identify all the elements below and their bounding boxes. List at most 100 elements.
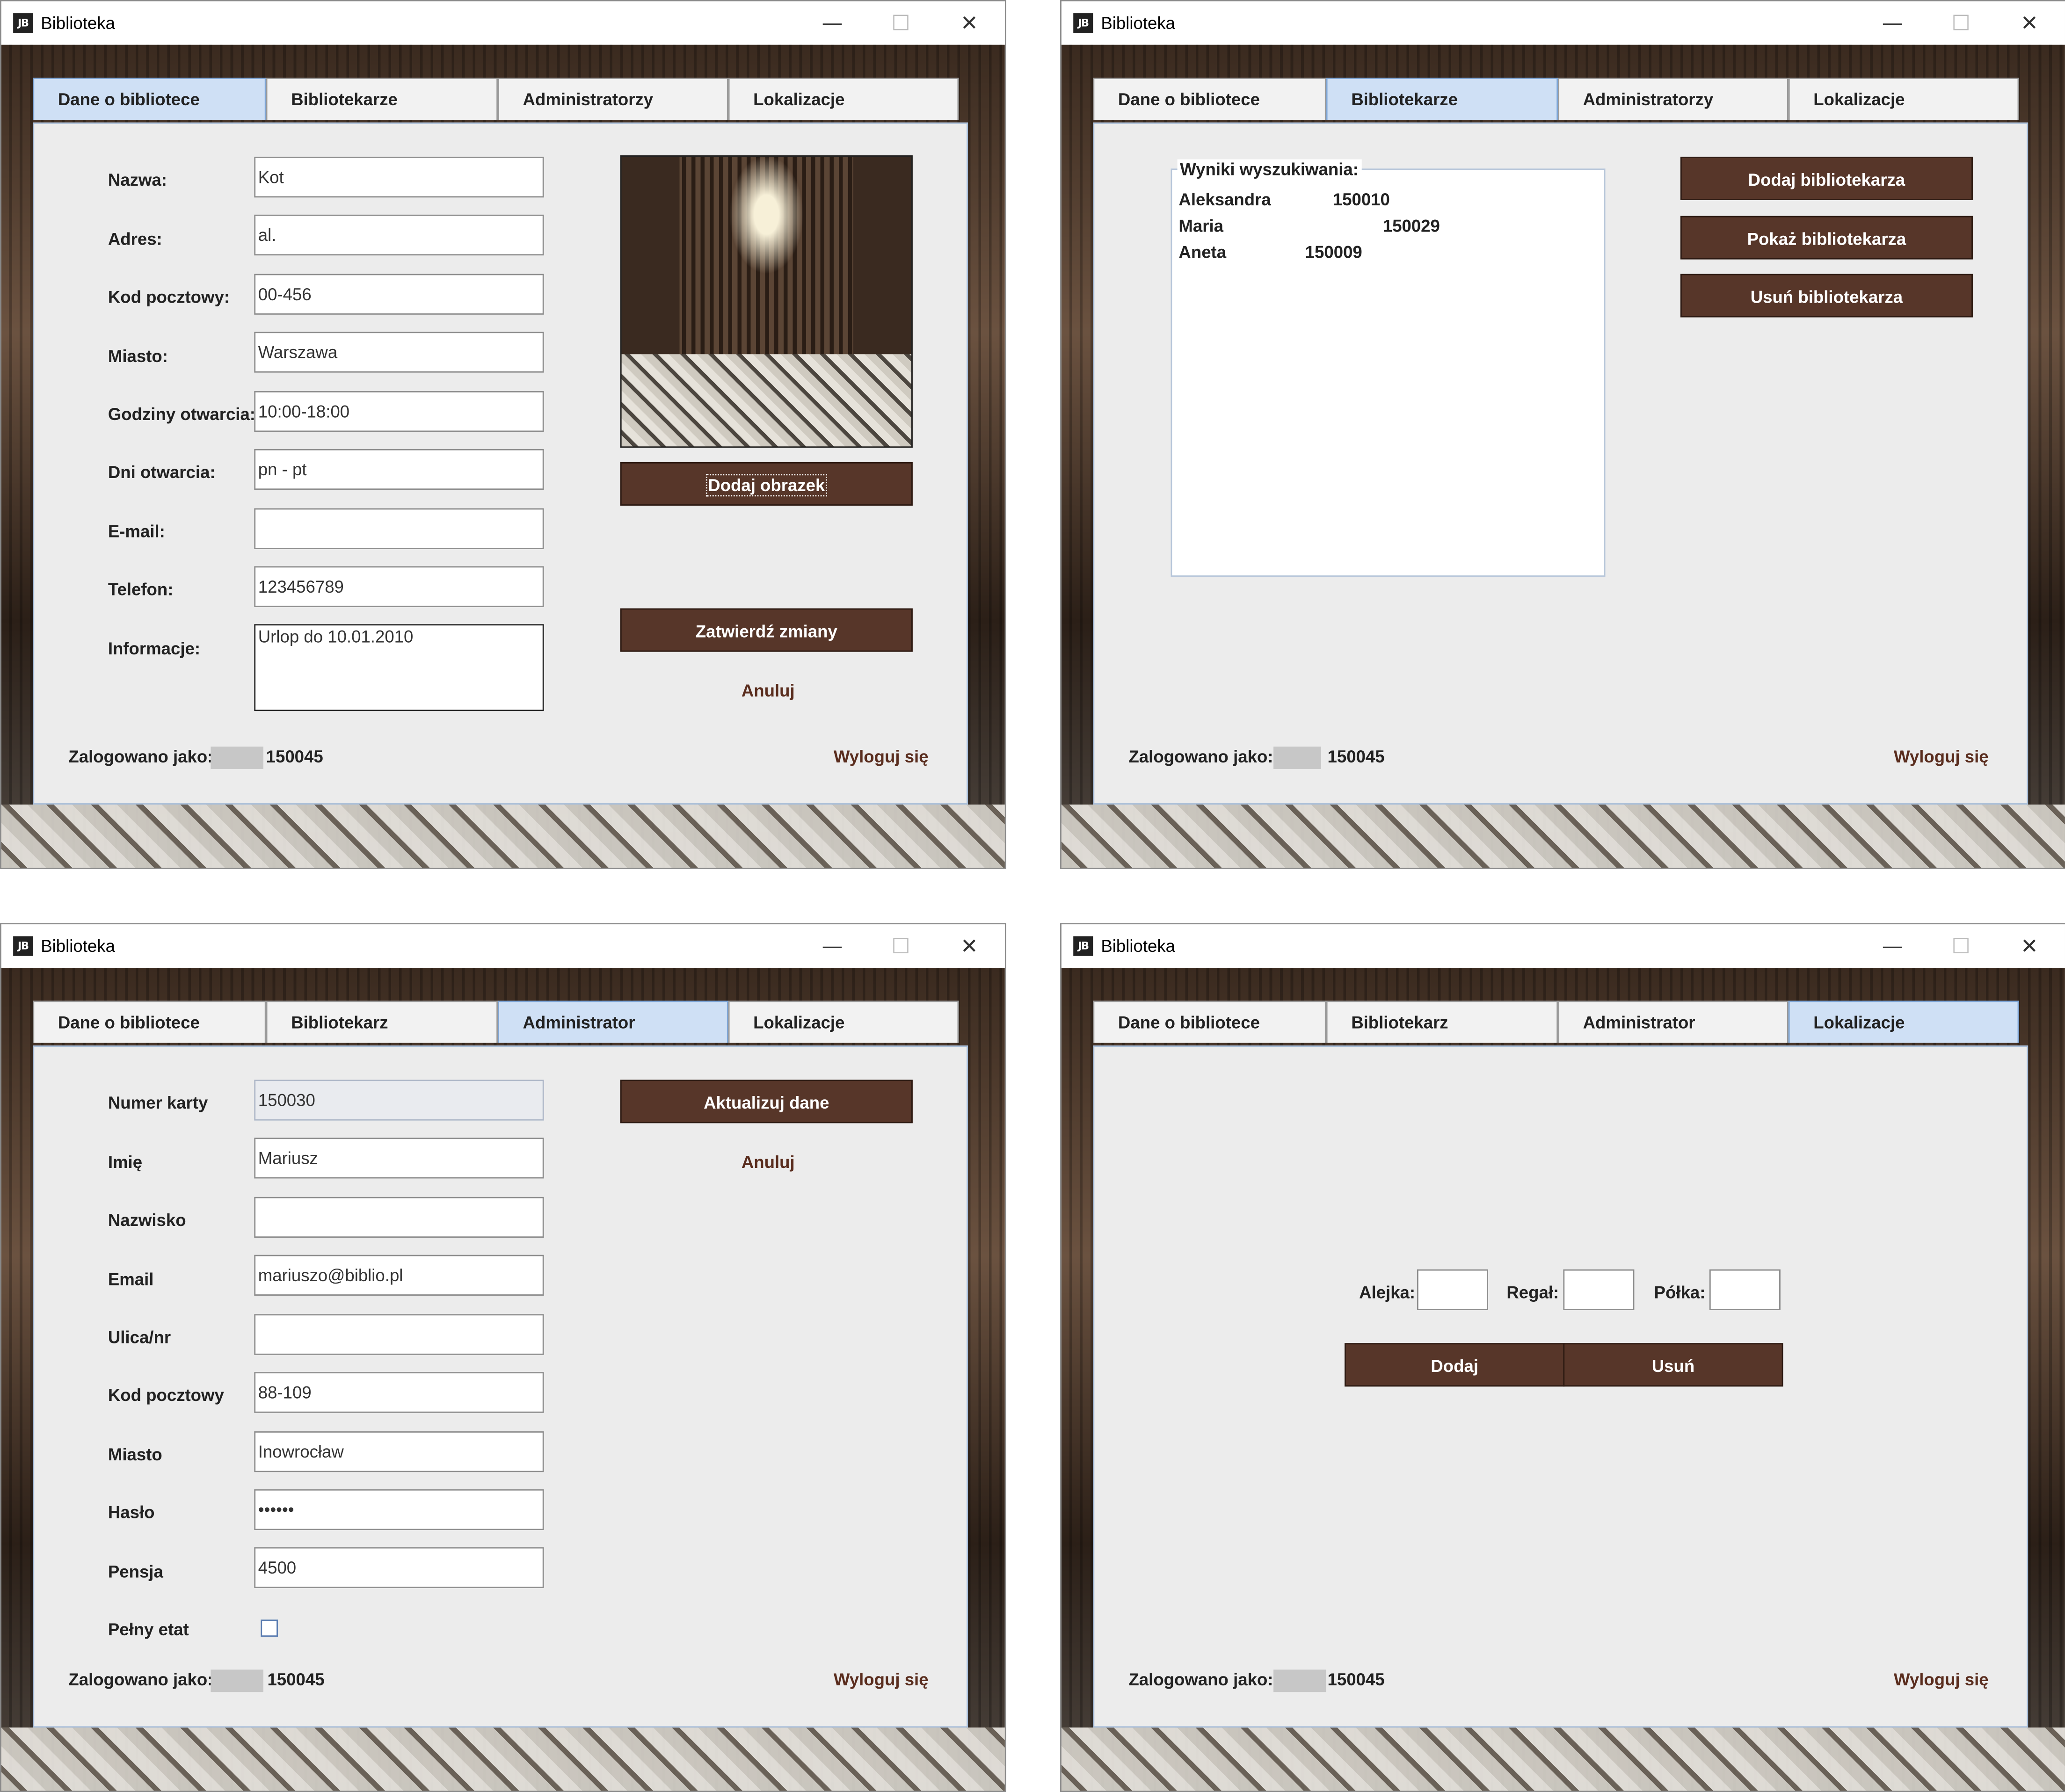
result-id[interactable]: 150029: [1383, 216, 1440, 236]
add-location-button[interactable]: Dodaj: [1345, 1343, 1565, 1387]
fulltime-label: Pełny etat: [108, 1619, 189, 1640]
opening-hours-label: Godziny otwarcia:: [108, 404, 256, 424]
postal-code-field[interactable]: 00-456: [254, 274, 544, 315]
address-field[interactable]: al.: [254, 214, 544, 256]
minimize-button[interactable]: —: [1876, 929, 1910, 964]
name-label: Nazwa:: [108, 170, 167, 190]
tab-administrators[interactable]: Administratorzy: [498, 78, 728, 120]
tab-locations[interactable]: Lokalizacje: [1788, 1001, 2019, 1043]
postal-code-label: Kod pocztowy: [108, 1385, 224, 1405]
tab-librarian[interactable]: Bibliotekarz: [1326, 1001, 1558, 1043]
tab-locations[interactable]: Lokalizacje: [1788, 78, 2019, 120]
email-label: Email: [108, 1269, 154, 1289]
title-bar[interactable]: JB Biblioteka — ☐ ✕: [1061, 924, 2065, 968]
minimize-button[interactable]: —: [1876, 7, 1910, 41]
tab-library-info[interactable]: Dane o bibliotece: [33, 78, 266, 120]
result-name[interactable]: Aleksandra: [1178, 189, 1271, 209]
tab-librarian[interactable]: Bibliotekarz: [266, 1001, 498, 1043]
show-librarian-button[interactable]: Pokaż bibliotekarza: [1680, 216, 1973, 260]
first-name-field[interactable]: Mariusz: [254, 1138, 544, 1179]
logout-link[interactable]: Wyloguj się: [1894, 747, 1989, 766]
remove-location-button[interactable]: Usuń: [1563, 1343, 1783, 1387]
minimize-button[interactable]: —: [815, 7, 849, 41]
password-field[interactable]: ••••••: [254, 1489, 544, 1531]
tab-administrators[interactable]: Administratorzy: [1558, 78, 1789, 120]
user-avatar-placeholder: [211, 747, 263, 769]
card-number-field: 150030: [254, 1080, 544, 1121]
library-info-panel: Nazwa: Kot Adres: al. Kod pocztowy: 00-4…: [33, 122, 968, 805]
logout-link[interactable]: Wyloguj się: [1894, 1669, 1989, 1689]
rack-label: Regał:: [1506, 1282, 1559, 1303]
last-name-field[interactable]: [254, 1197, 544, 1238]
tab-librarians[interactable]: Bibliotekarze: [1326, 78, 1558, 120]
salary-label: Pensja: [108, 1561, 163, 1582]
tab-administrator[interactable]: Administrator: [1558, 1001, 1789, 1043]
close-button[interactable]: ✕: [952, 7, 986, 41]
name-field[interactable]: Kot: [254, 156, 544, 198]
tab-library-info[interactable]: Dane o bibliotece: [1093, 1001, 1326, 1043]
update-data-button[interactable]: Aktualizuj dane: [620, 1080, 913, 1124]
user-avatar-placeholder: [1273, 747, 1321, 769]
tab-locations[interactable]: Lokalizacje: [728, 78, 959, 120]
add-image-button[interactable]: Dodaj obrazek: [620, 462, 913, 506]
address-label: Adres:: [108, 229, 162, 249]
info-textarea[interactable]: Urlop do 10.01.2010: [254, 624, 544, 711]
salary-field[interactable]: 4500: [254, 1547, 544, 1588]
close-button[interactable]: ✕: [2012, 929, 2046, 964]
city-field[interactable]: Inowrocław: [254, 1431, 544, 1473]
window-librarians: JB Biblioteka — ☐ ✕ Dane o bibliotece Bi…: [1060, 0, 2065, 869]
postal-code-field[interactable]: 88-109: [254, 1372, 544, 1413]
title-bar[interactable]: JB Biblioteka — ☐ ✕: [1061, 1, 2065, 45]
maximize-button[interactable]: ☐: [884, 929, 918, 964]
street-field[interactable]: [254, 1314, 544, 1355]
title-bar[interactable]: JB Biblioteka — ☐ ✕: [1, 924, 1005, 968]
phone-label: Telefon:: [108, 579, 174, 599]
close-button[interactable]: ✕: [2012, 7, 2046, 41]
background-floor: [1061, 804, 2065, 868]
confirm-changes-button[interactable]: Zatwierdź zmiany: [620, 608, 913, 652]
library-photo: [620, 155, 913, 448]
photo-floor: [621, 354, 911, 447]
city-field[interactable]: Warszawa: [254, 332, 544, 373]
result-id[interactable]: 150009: [1305, 242, 1362, 262]
alley-field[interactable]: [1417, 1269, 1488, 1310]
background-floor: [1061, 1727, 2065, 1791]
logout-link[interactable]: Wyloguj się: [834, 1669, 929, 1689]
opening-days-field[interactable]: pn - pt: [254, 449, 544, 490]
logged-in-label: Zalogowano jako:: [1128, 1669, 1273, 1690]
result-id[interactable]: 150010: [1333, 189, 1390, 209]
result-name[interactable]: Maria: [1178, 216, 1223, 236]
email-field[interactable]: mariuszo@biblio.pl: [254, 1255, 544, 1296]
cancel-link[interactable]: Anuluj: [742, 681, 795, 700]
search-results-list[interactable]: Wyniki wyszukiwania: Aleksandra 150010 M…: [1171, 159, 1606, 577]
tab-library-info[interactable]: Dane o bibliotece: [33, 1001, 266, 1043]
maximize-button[interactable]: ☐: [884, 7, 918, 41]
shelf-field[interactable]: [1709, 1269, 1781, 1310]
city-label: Miasto:: [108, 346, 168, 366]
maximize-button[interactable]: ☐: [1944, 7, 1978, 41]
phone-field[interactable]: 123456789: [254, 566, 544, 607]
title-bar[interactable]: JB Biblioteka — ☐ ✕: [1, 1, 1005, 45]
maximize-button[interactable]: ☐: [1944, 929, 1978, 964]
logout-link[interactable]: Wyloguj się: [834, 747, 929, 766]
tab-library-info[interactable]: Dane o bibliotece: [1093, 78, 1326, 120]
rack-field[interactable]: [1563, 1269, 1635, 1310]
cancel-link[interactable]: Anuluj: [742, 1152, 795, 1172]
email-field[interactable]: [254, 508, 544, 549]
opening-hours-field[interactable]: 10:00-18:00: [254, 391, 544, 432]
last-name-label: Nazwisko: [108, 1210, 186, 1230]
remove-librarian-button[interactable]: Usuń bibliotekarza: [1680, 274, 1973, 318]
user-avatar-placeholder: [211, 1669, 263, 1692]
background-floor: [1, 1727, 1005, 1791]
add-librarian-button[interactable]: Dodaj bibliotekarza: [1680, 156, 1973, 200]
logged-user-id: 150045: [266, 747, 323, 767]
window-library-info: JB Biblioteka — ☐ ✕ Dane o bibliotece Bi…: [0, 0, 1006, 869]
result-name[interactable]: Aneta: [1178, 242, 1226, 262]
minimize-button[interactable]: —: [815, 929, 849, 964]
fulltime-checkbox[interactable]: [261, 1619, 278, 1637]
tab-administrator[interactable]: Administrator: [498, 1001, 728, 1043]
close-button[interactable]: ✕: [952, 929, 986, 964]
tab-locations[interactable]: Lokalizacje: [728, 1001, 959, 1043]
tab-librarians[interactable]: Bibliotekarze: [266, 78, 498, 120]
street-label: Ulica/nr: [108, 1327, 171, 1347]
